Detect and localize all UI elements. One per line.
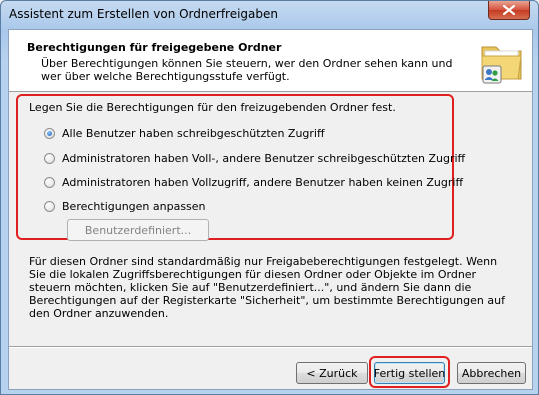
radio-option-admin-full-others-read[interactable]: Administratoren haben Voll-, andere Benu… — [44, 152, 465, 165]
radio-option-read-only[interactable]: Alle Benutzer haben schreibgeschützten Z… — [44, 127, 325, 140]
radio-button[interactable] — [44, 153, 55, 164]
footer-divider — [9, 346, 532, 348]
radio-option-label: Administratoren haben Voll-, andere Benu… — [62, 152, 466, 165]
shared-folder-icon — [481, 46, 522, 84]
custom-permissions-button[interactable]: Benutzerdefiniert... — [67, 219, 209, 241]
annotation-highlight-finish — [369, 356, 450, 388]
info-text: Für diesen Ordner sind standardmäßig nur… — [29, 255, 505, 320]
back-button[interactable]: < Zurück — [296, 362, 368, 384]
page-title: Berechtigungen für freigegebene Ordner — [27, 41, 282, 54]
cancel-button[interactable]: Abbrechen — [457, 362, 526, 384]
close-button[interactable] — [488, 1, 530, 20]
permissions-intro: Legen Sie die Berechtigungen für den fre… — [29, 101, 396, 114]
radio-option-admin-full-others-none[interactable]: Administratoren haben Vollzugriff, ander… — [44, 176, 463, 189]
close-icon — [503, 5, 515, 15]
radio-option-label: Berechtigungen anpassen — [62, 200, 206, 213]
page-description: Über Berechtigungen können Sie steuern, … — [41, 57, 453, 83]
window-title: Assistent zum Erstellen von Ordnerfreiga… — [9, 7, 279, 21]
wizard-window: Assistent zum Erstellen von Ordnerfreiga… — [0, 0, 539, 395]
radio-button[interactable] — [44, 177, 55, 188]
wizard-header: Berechtigungen für freigegebene Ordner Ü… — [9, 30, 532, 92]
radio-button[interactable] — [44, 201, 55, 212]
radio-button-checked[interactable] — [44, 128, 55, 139]
radio-option-label: Alle Benutzer haben schreibgeschützten Z… — [62, 127, 325, 140]
wizard-client-area: Berechtigungen für freigegebene Ordner Ü… — [8, 29, 533, 390]
radio-option-custom[interactable]: Berechtigungen anpassen — [44, 200, 206, 213]
title-bar[interactable]: Assistent zum Erstellen von Ordnerfreiga… — [1, 1, 538, 28]
radio-option-label: Administratoren haben Vollzugriff, ander… — [62, 176, 464, 189]
